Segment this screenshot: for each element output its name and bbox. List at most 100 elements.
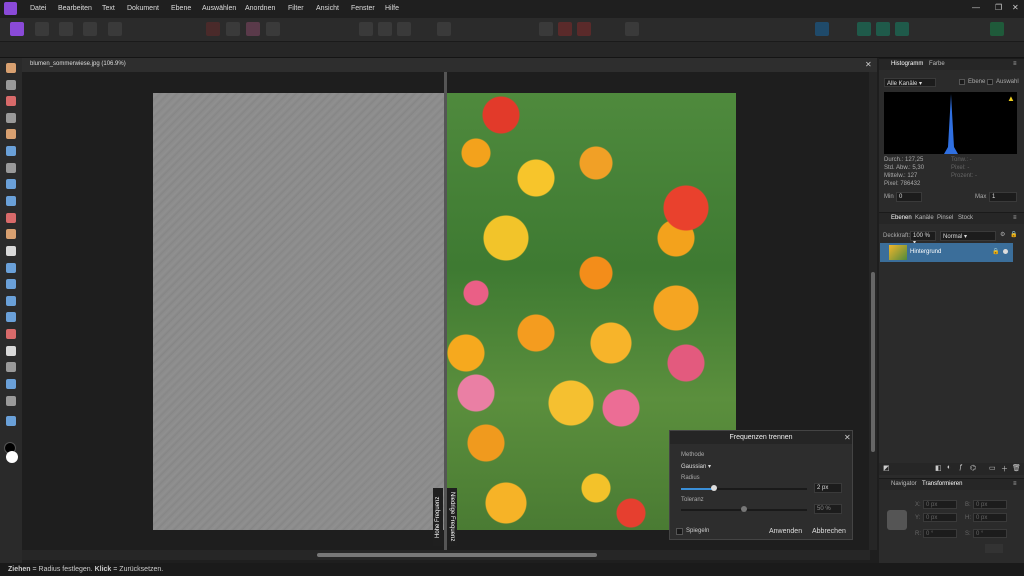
dodge-tool-icon[interactable]	[6, 263, 16, 273]
tone-mapping-persona-icon[interactable]	[83, 22, 97, 36]
healing-tool-icon[interactable]	[6, 296, 16, 306]
menu-text[interactable]: Text	[102, 5, 115, 12]
restore-icon[interactable]: ❐	[995, 3, 1002, 12]
deselect-icon[interactable]	[378, 22, 392, 36]
color-replace-tool-icon[interactable]	[6, 229, 16, 239]
red-eye-tool-icon[interactable]	[6, 329, 16, 339]
split-view-divider[interactable]	[444, 72, 447, 550]
h-input[interactable]: 0 px	[973, 513, 1007, 522]
tab-kanaele[interactable]: Kanäle	[915, 215, 934, 221]
color-picker-tool-icon[interactable]	[6, 96, 16, 106]
paint-brush-tool-icon[interactable]	[6, 213, 16, 223]
radius-input[interactable]: 2 px	[814, 483, 842, 493]
panel-menu-icon[interactable]: ≡	[1013, 61, 1017, 67]
menu-fenster[interactable]: Fenster	[351, 5, 375, 12]
tab-histogram[interactable]: Histogramm	[891, 61, 923, 67]
secondary-color-swatch[interactable]	[6, 451, 18, 463]
menu-ansicht[interactable]: Ansicht	[316, 5, 339, 12]
emoji-icon[interactable]	[625, 22, 639, 36]
zoom-tool-icon[interactable]	[6, 416, 16, 426]
auto-adjust-icon[interactable]	[266, 22, 280, 36]
minimize-icon[interactable]: —	[972, 3, 980, 12]
x-input[interactable]: 0 px	[923, 500, 957, 509]
selection-checkbox[interactable]	[987, 79, 993, 85]
develop-persona-icon[interactable]	[59, 22, 73, 36]
pixel-layer-icon[interactable]: ⌬	[970, 464, 976, 472]
blend-mode-select[interactable]: Normal ▾	[940, 231, 996, 241]
menu-filter[interactable]: Filter	[288, 5, 304, 12]
menu-dokument[interactable]: Dokument	[127, 5, 159, 12]
invert-selection-icon[interactable]	[397, 22, 411, 36]
tab-pinsel[interactable]: Pinsel	[937, 215, 953, 221]
channel-select[interactable]: Alle Kanäle ▾	[884, 78, 936, 87]
clone-tool-icon[interactable]	[6, 279, 16, 289]
snapping-icon[interactable]	[539, 22, 553, 36]
min-input[interactable]: 0	[896, 192, 922, 202]
user-icon[interactable]	[990, 22, 1004, 36]
layer-settings-icon[interactable]: ⚙	[1000, 231, 1005, 238]
text-tool-icon[interactable]	[6, 379, 16, 389]
fill-tool-icon[interactable]	[6, 179, 16, 189]
opacity-input[interactable]: 100 % ▾	[910, 231, 936, 246]
mesh-warp-tool-icon[interactable]	[6, 396, 16, 406]
assistant-icon[interactable]	[558, 22, 572, 36]
menu-anordnen[interactable]: Anordnen	[245, 5, 275, 12]
layer-row-hintergrund[interactable]: Hintergrund 🔒	[880, 243, 1013, 262]
quick-mask-icon[interactable]	[437, 22, 451, 36]
menu-datei[interactable]: Datei	[30, 5, 46, 12]
tab-transformieren[interactable]: Transformieren	[922, 481, 962, 487]
layer-lock-icon[interactable]: 🔒	[992, 248, 999, 255]
tolerance-slider-knob[interactable]	[741, 506, 747, 512]
mask-icon[interactable]: ◧	[935, 464, 942, 472]
adjustment-icon[interactable]: ◐	[947, 464, 951, 471]
horizontal-scroll-thumb[interactable]	[317, 553, 597, 557]
gradient-tool-icon[interactable]	[6, 196, 16, 206]
tolerance-input[interactable]: 50 %	[814, 504, 842, 514]
layer-checkbox[interactable]	[959, 79, 965, 85]
s-input[interactable]: 0 °	[973, 529, 1007, 538]
delete-layer-icon[interactable]: 🗑	[1012, 464, 1021, 472]
tab-ebenen[interactable]: Ebenen	[891, 215, 912, 221]
document-tab[interactable]: blumen_sommerwiese.jpg (106.9%) ✕	[22, 58, 877, 72]
hand-tool-icon[interactable]	[6, 63, 16, 73]
max-input[interactable]: 1	[989, 192, 1017, 202]
white-balance-icon[interactable]	[226, 22, 240, 36]
export-persona-icon[interactable]	[108, 22, 122, 36]
cloud-icon[interactable]	[895, 22, 909, 36]
vertical-scroll-thumb[interactable]	[871, 272, 875, 452]
align-icon[interactable]	[815, 22, 829, 36]
color-balance-icon[interactable]	[246, 22, 260, 36]
live-filter-icon[interactable]: ƒ	[959, 464, 963, 471]
tab-navigator[interactable]: Navigator	[891, 481, 917, 487]
close-window-icon[interactable]: ✕	[1012, 3, 1019, 12]
levels-icon[interactable]	[206, 22, 220, 36]
undo-history-icon[interactable]	[577, 22, 591, 36]
layer-visibility-icon[interactable]	[1003, 249, 1008, 254]
transform-menu-icon[interactable]: ≡	[1013, 481, 1017, 487]
tab-farbe[interactable]: Farbe	[929, 61, 945, 67]
group-icon[interactable]: ▭	[989, 464, 996, 472]
radius-slider-knob[interactable]	[710, 485, 717, 491]
transform-lock-icon[interactable]	[985, 544, 1003, 553]
mirror-checkbox[interactable]	[676, 528, 683, 535]
add-layer-icon[interactable]: ＋	[1001, 464, 1008, 474]
liquify-persona-icon[interactable]	[35, 22, 49, 36]
close-document-icon[interactable]: ✕	[865, 60, 872, 69]
method-select[interactable]: Gaussian ▾	[681, 463, 711, 470]
app-logo-icon[interactable]	[4, 2, 17, 15]
lock-icon[interactable]: 🔒	[1010, 231, 1017, 238]
marquee-tool-icon[interactable]	[6, 163, 16, 173]
shape-tool-icon[interactable]	[6, 362, 16, 372]
tab-stock[interactable]: Stock	[958, 215, 973, 221]
select-all-icon[interactable]	[359, 22, 373, 36]
layer-fx-icon[interactable]: ◩	[883, 464, 890, 472]
photo-persona-icon[interactable]	[10, 22, 24, 36]
anchor-point-icon[interactable]	[887, 510, 907, 530]
w-input[interactable]: 0 px	[973, 500, 1007, 509]
menu-hilfe[interactable]: Hilfe	[385, 5, 399, 12]
cancel-button[interactable]: Abbrechen	[812, 528, 846, 535]
erase-brush-tool-icon[interactable]	[6, 246, 16, 256]
menu-bearbeiten[interactable]: Bearbeiten	[58, 5, 92, 12]
radius-slider[interactable]	[681, 488, 807, 490]
layers-menu-icon[interactable]: ≡	[1013, 215, 1017, 221]
